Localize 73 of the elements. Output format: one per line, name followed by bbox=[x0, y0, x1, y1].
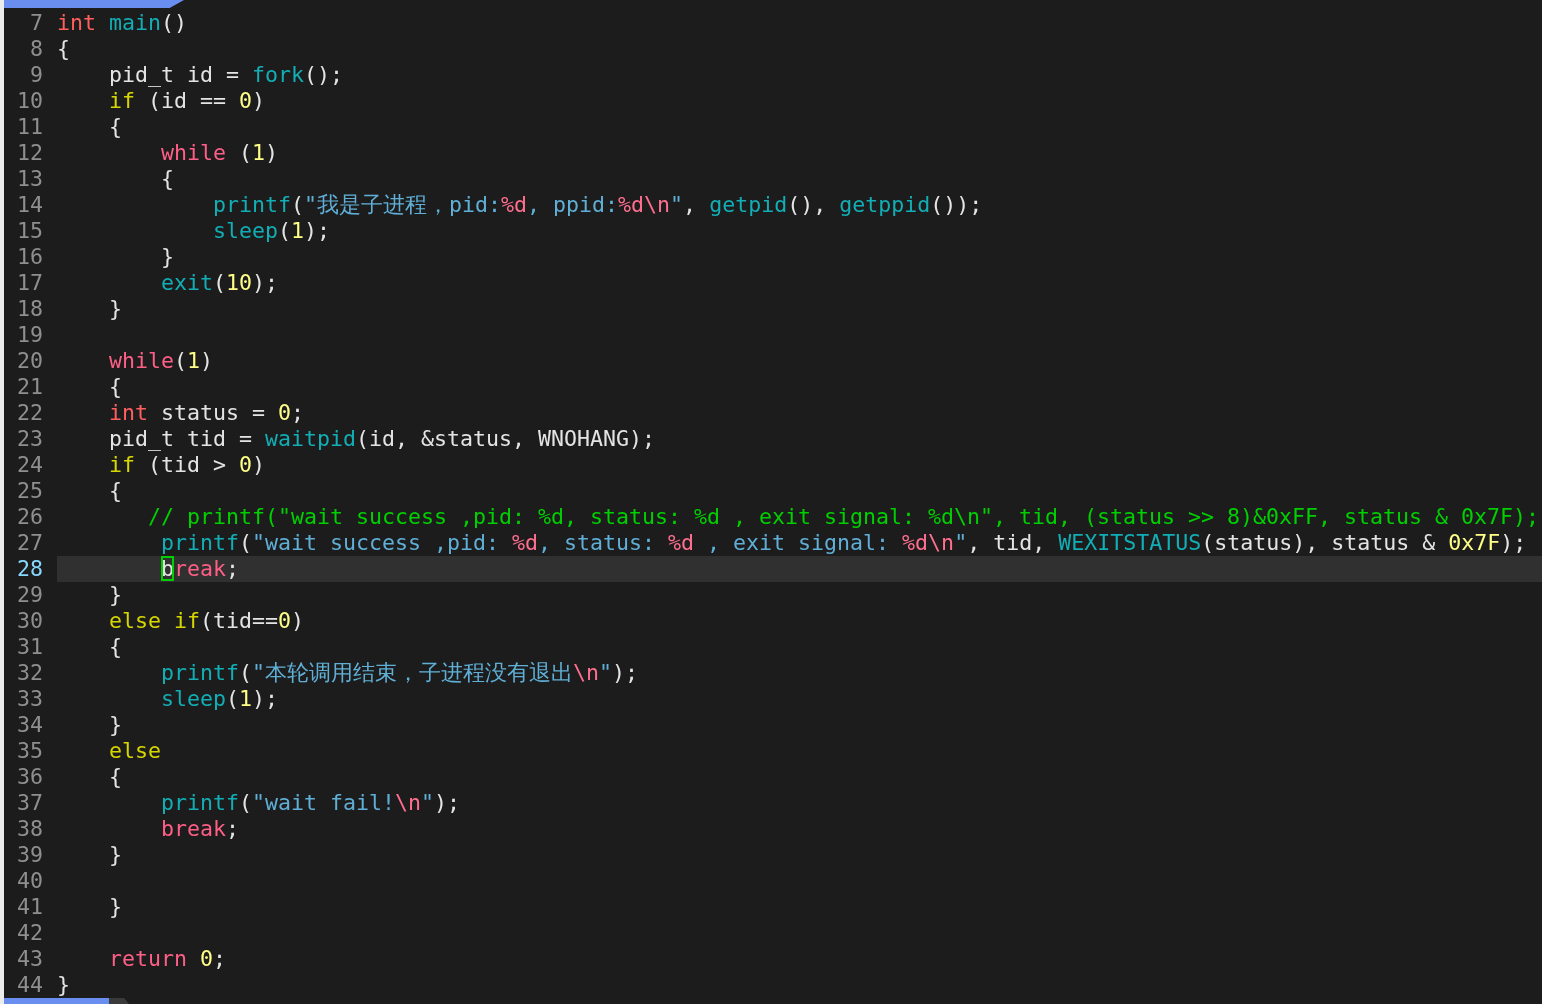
code-line: { bbox=[108, 114, 123, 140]
line-number: 13 bbox=[16, 166, 43, 192]
line-number: 37 bbox=[16, 790, 43, 816]
line-number: 35 bbox=[16, 738, 43, 764]
line-number: 39 bbox=[16, 842, 43, 868]
line-number: 31 bbox=[16, 634, 43, 660]
line-number: 26 bbox=[16, 504, 43, 530]
code-line: sleep(1); bbox=[212, 218, 332, 244]
line-number: 19 bbox=[16, 322, 43, 348]
line-number: 32 bbox=[16, 660, 43, 686]
line-number: 44 bbox=[16, 972, 43, 998]
code-line: if (id == 0) bbox=[108, 88, 267, 114]
line-number: 29 bbox=[16, 582, 43, 608]
code-line: pid_t id = fork(); bbox=[108, 62, 345, 88]
code-line: } bbox=[108, 894, 123, 920]
tab[interactable] bbox=[4, 0, 184, 8]
line-number: 15 bbox=[16, 218, 43, 244]
code-line: } bbox=[108, 582, 123, 608]
code-line: break; bbox=[160, 816, 241, 842]
line-number: 11 bbox=[16, 114, 43, 140]
code-line: { bbox=[160, 166, 175, 192]
code-line: } bbox=[108, 712, 123, 738]
line-number: 43 bbox=[16, 946, 43, 972]
line-number: 41 bbox=[16, 894, 43, 920]
code-line: printf("我是子进程，pid:%d, ppid:%d\n", getpid(), getppid()); bbox=[212, 192, 984, 218]
line-number: 24 bbox=[16, 452, 43, 478]
code-line: } bbox=[57, 972, 71, 998]
line-number: 42 bbox=[16, 920, 43, 946]
code-line: int main() bbox=[57, 10, 189, 36]
code-line: } bbox=[108, 296, 123, 322]
line-number: 14 bbox=[16, 192, 43, 218]
code-line: printf("本轮调用结束，子进程没有退出\n"); bbox=[160, 660, 640, 686]
line-number: 40 bbox=[16, 868, 43, 894]
line-number: 36 bbox=[16, 764, 43, 790]
line-number: 9 bbox=[29, 62, 43, 88]
line-number: 16 bbox=[16, 244, 43, 270]
code-line: else bbox=[108, 738, 162, 764]
line-number: 34 bbox=[16, 712, 43, 738]
code-line: printf("wait success ,pid: %d, status: %d , exit signal: %d\n", tid, WEXITSTATUS(status), status & 0x7F); bbox=[160, 530, 1528, 556]
line-number: 17 bbox=[16, 270, 43, 296]
code-line: if (tid > 0) bbox=[108, 452, 267, 478]
line-number: 30 bbox=[16, 608, 43, 634]
code-line: printf("wait fail!\n"); bbox=[160, 790, 462, 816]
line-number: 38 bbox=[16, 816, 43, 842]
code-line: { bbox=[57, 36, 71, 62]
line-number: 27 bbox=[16, 530, 43, 556]
code-line: while (1) bbox=[160, 140, 280, 166]
code-line: { bbox=[108, 374, 123, 400]
code-line: sleep(1); bbox=[160, 686, 280, 712]
code-line: else if(tid==0) bbox=[108, 608, 306, 634]
code-line: // printf("wait success ,pid: %d, status: %d , exit signal: %d\n", tid, (status >> 8)&0xFF, status & 0x7F); bbox=[147, 504, 1541, 530]
code-line: int status = 0; bbox=[108, 400, 306, 426]
code-line: pid_t tid = waitpid(id, &status, WNOHANG); bbox=[108, 426, 657, 452]
code-line: { bbox=[108, 764, 123, 790]
line-number: 25 bbox=[16, 478, 43, 504]
code-line: while(1) bbox=[108, 348, 215, 374]
code-line: return 0; bbox=[108, 946, 228, 972]
code-line: } bbox=[160, 244, 175, 270]
code-line: { bbox=[108, 634, 123, 660]
line-number: 10 bbox=[16, 88, 43, 114]
line-number: 18 bbox=[16, 296, 43, 322]
code-line: exit(10); bbox=[160, 270, 280, 296]
line-number: 23 bbox=[16, 426, 43, 452]
line-number: 21 bbox=[16, 374, 43, 400]
line-number: 12 bbox=[16, 140, 43, 166]
code-line: } bbox=[108, 842, 123, 868]
line-number: 28 bbox=[16, 556, 43, 582]
line-number: 20 bbox=[16, 348, 43, 374]
line-number: 22 bbox=[16, 400, 43, 426]
line-number: 8 bbox=[29, 36, 43, 62]
code-line: { bbox=[108, 478, 123, 504]
line-number: 33 bbox=[16, 686, 43, 712]
line-number: 7 bbox=[29, 10, 43, 36]
